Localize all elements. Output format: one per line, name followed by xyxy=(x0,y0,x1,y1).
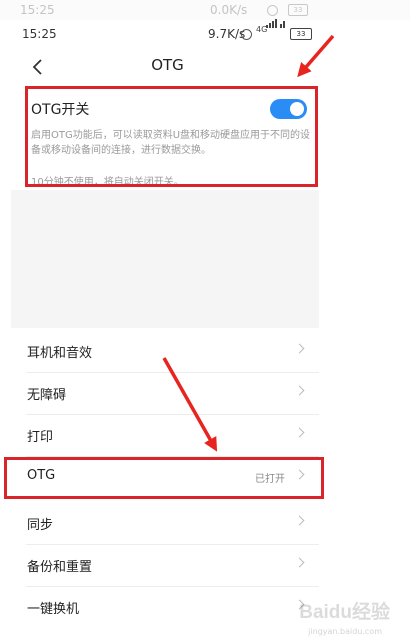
status-bar xyxy=(0,22,410,46)
chevron-right-icon xyxy=(294,515,305,526)
row-divider xyxy=(26,498,319,499)
settings-row[interactable]: 备份和重置 xyxy=(11,544,319,586)
otg-switch-label: OTG开关 xyxy=(31,102,90,118)
page-title: OTG xyxy=(151,56,184,74)
ghost-alarm-icon xyxy=(267,5,278,16)
chevron-right-icon xyxy=(294,385,305,396)
settings-row-value: 已打开 xyxy=(255,474,285,485)
battery-icon: 33 xyxy=(290,28,312,40)
chevron-right-icon xyxy=(294,427,305,438)
settings-row[interactable]: 打印 xyxy=(11,414,319,456)
settings-row-label: 一键换机 xyxy=(27,602,80,617)
chevron-right-icon xyxy=(294,557,305,568)
settings-row-label: 耳机和音效 xyxy=(27,346,93,361)
status-time: 15:25 xyxy=(22,27,57,41)
settings-row-label: 备份和重置 xyxy=(27,560,93,575)
settings-row-label: 无障碍 xyxy=(27,388,67,403)
chevron-right-icon xyxy=(294,469,305,480)
watermark-url: jingyan.baidu.com xyxy=(308,627,382,636)
settings-row-label: OTG xyxy=(27,468,56,483)
otg-toggle-switch[interactable] xyxy=(270,99,307,119)
toggle-knob xyxy=(290,102,304,116)
ghost-status-bar xyxy=(0,0,410,20)
chevron-right-icon xyxy=(294,343,305,354)
ghost-net-speed: 0.0K/s xyxy=(210,3,248,17)
watermark-logo: Baidu经验 xyxy=(299,602,390,623)
auto-off-note: 10分钟不使用，将自动关闭开关。 xyxy=(31,177,184,188)
status-net-speed: 9.7K/s xyxy=(208,27,246,41)
settings-row[interactable]: 一键换机 xyxy=(11,586,319,628)
ghost-battery-icon: 33 xyxy=(288,4,308,16)
settings-row[interactable]: 同步 xyxy=(11,502,319,544)
ghost-status-time: 15:25 xyxy=(20,3,55,17)
settings-row[interactable]: 耳机和音效 xyxy=(11,330,319,372)
settings-row-label: 打印 xyxy=(27,430,54,445)
section-background xyxy=(11,190,319,328)
settings-row-label: 同步 xyxy=(27,518,54,533)
otg-description: 启用OTG功能后，可以读取资料U盘和移动硬盘应用于不同的设备或移动设备间的连接，… xyxy=(31,130,311,156)
alarm-icon xyxy=(241,29,252,40)
settings-row[interactable]: OTG 已打开 xyxy=(11,456,319,498)
settings-row[interactable]: 无障碍 xyxy=(11,372,319,414)
